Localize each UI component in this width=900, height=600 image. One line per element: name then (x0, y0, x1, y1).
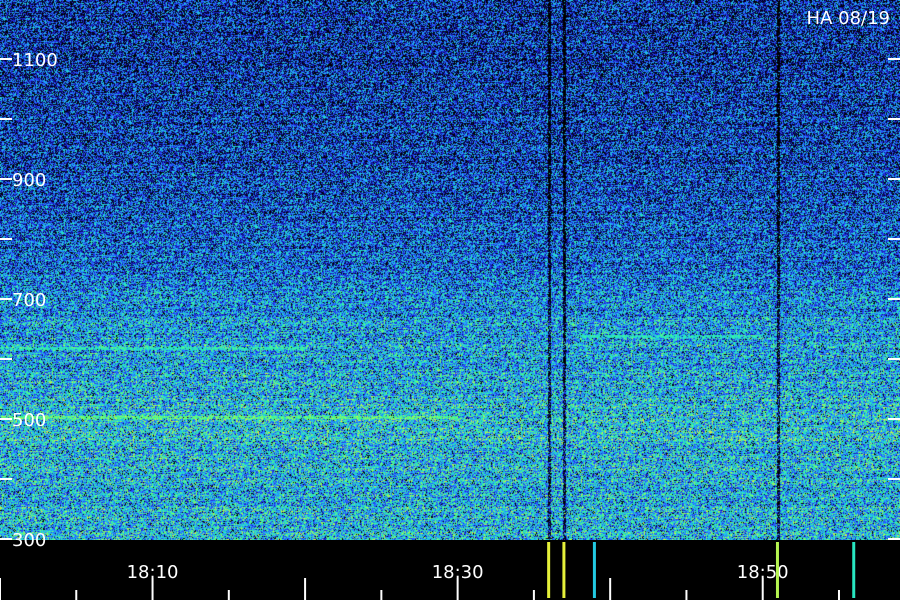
y-tick-label-300: 300 (12, 530, 46, 551)
x-tick-label-1850: 18:50 (737, 562, 789, 583)
bright-event-0 (547, 542, 551, 598)
bright-event-1 (562, 542, 566, 598)
bright-event-2 (592, 542, 596, 598)
bright-event-3 (775, 542, 779, 598)
bright-event-4 (852, 542, 856, 598)
x-tick-label-1810: 18:10 (127, 562, 179, 583)
y-tick-label-1100: 1100 (12, 50, 58, 71)
y-tick-label-500: 500 (12, 410, 46, 431)
x-tick-label-1830: 18:30 (432, 562, 484, 583)
chart-title: HA 08/19 (807, 8, 890, 29)
y-tick-label-900: 900 (12, 170, 46, 191)
y-axis: 300 500 700 900 1100 (0, 50, 900, 551)
x-axis: 18:10 18:30 18:50 (0, 562, 840, 600)
chart-axes: HA 08/19 300 500 700 900 1100 18:10 18:30 18:5… (0, 8, 900, 600)
y-tick-label-700: 700 (12, 290, 46, 311)
